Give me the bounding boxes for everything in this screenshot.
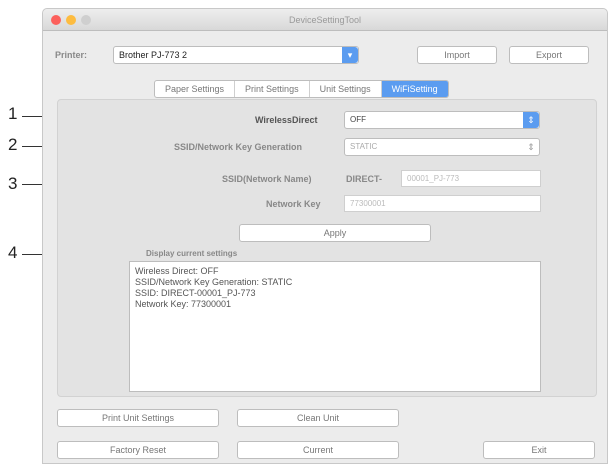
settings-tabs: Paper Settings Print Settings Unit Setti… xyxy=(154,80,449,98)
settings-line: SSID/Network Key Generation: STATIC xyxy=(135,277,293,287)
ssid-key-generation-label: SSID/Network Key Generation xyxy=(174,142,303,152)
export-button[interactable]: Export xyxy=(509,46,589,64)
print-unit-settings-button[interactable]: Print Unit Settings xyxy=(57,409,219,427)
callout-1: 1 xyxy=(8,104,18,123)
callout-4: 4 xyxy=(8,243,18,262)
current-button[interactable]: Current xyxy=(237,441,399,459)
tab-paper-settings[interactable]: Paper Settings xyxy=(155,81,236,97)
window-title: DeviceSettingTool xyxy=(288,15,362,25)
exit-button[interactable]: Exit xyxy=(483,441,595,459)
ssid-key-generation-select[interactable]: STATIC ⇕ xyxy=(344,138,540,156)
wireless-direct-label: WirelessDirect xyxy=(255,115,318,125)
display-current-settings-label: Display current settings xyxy=(146,249,238,258)
settings-line: Network Key: 77300001 xyxy=(135,299,232,309)
ssid-prefix: DIRECT- xyxy=(346,174,382,184)
printer-select[interactable]: Brother PJ-773 2 ▾ xyxy=(113,46,359,64)
network-key-label: Network Key xyxy=(266,199,321,209)
wireless-direct-select[interactable]: OFF ⇕ xyxy=(344,111,540,129)
tab-print-settings[interactable]: Print Settings xyxy=(235,81,310,97)
apply-button[interactable]: Apply xyxy=(239,224,431,242)
network-key-field[interactable]: 77300001 xyxy=(344,195,541,212)
chevron-down-icon: ▾ xyxy=(342,47,358,63)
settings-line: Wireless Direct: OFF xyxy=(135,266,219,276)
chevron-updown-icon: ⇕ xyxy=(523,112,539,128)
tab-unit-settings[interactable]: Unit Settings xyxy=(310,81,382,97)
factory-reset-button[interactable]: Factory Reset xyxy=(57,441,219,459)
ssid-label: SSID(Network Name) xyxy=(222,174,312,184)
title-bar: DeviceSettingTool xyxy=(43,9,607,31)
clean-unit-button[interactable]: Clean Unit xyxy=(237,409,399,427)
printer-select-value: Brother PJ-773 2 xyxy=(119,50,188,60)
device-setting-window: DeviceSettingTool Printer: Brother PJ-77… xyxy=(42,8,608,464)
printer-label: Printer: xyxy=(55,50,88,60)
tab-wifi-setting[interactable]: WiFiSetting xyxy=(381,81,448,97)
import-button[interactable]: Import xyxy=(417,46,497,64)
current-settings-textarea[interactable]: Wireless Direct: OFF SSID/Network Key Ge… xyxy=(129,261,541,392)
callout-3: 3 xyxy=(8,174,18,193)
callout-2: 2 xyxy=(8,135,18,154)
ssid-key-generation-value: STATIC xyxy=(350,142,378,151)
chevron-updown-icon: ⇕ xyxy=(527,142,535,152)
wireless-direct-value: OFF xyxy=(350,115,366,124)
settings-line: SSID: DIRECT-00001_PJ-773 xyxy=(135,288,256,298)
ssid-field[interactable]: 00001_PJ-773 xyxy=(401,170,541,187)
